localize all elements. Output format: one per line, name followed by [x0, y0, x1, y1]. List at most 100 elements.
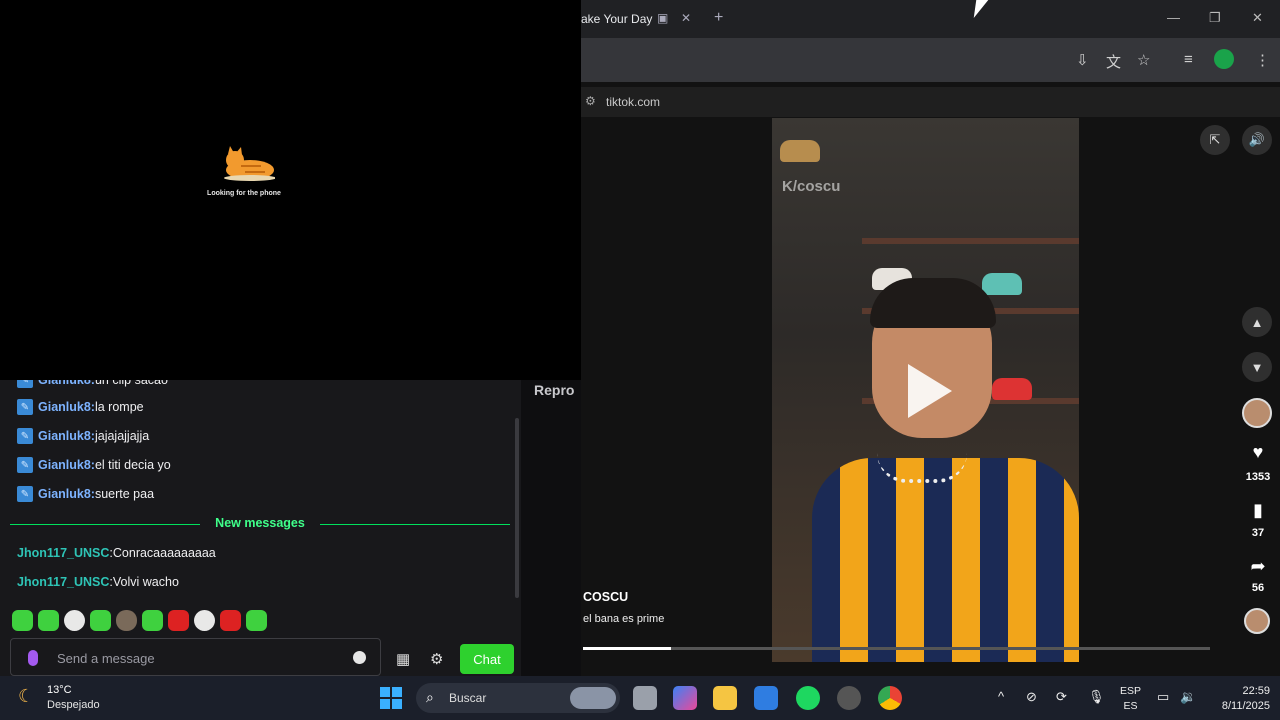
display-icon[interactable]: ▭ [1157, 689, 1169, 705]
shelf [862, 238, 1079, 244]
search-highlight-image [570, 687, 616, 709]
video-progress-bar[interactable] [583, 647, 1210, 650]
chrome-icon[interactable] [878, 686, 902, 710]
emote-icon[interactable] [116, 610, 137, 631]
sync-icon[interactable]: ⟳ [1056, 689, 1067, 705]
chat-text: jajajajjajja [94, 429, 150, 443]
weather-description[interactable]: Despejado [47, 699, 100, 711]
obs-icon[interactable] [837, 686, 861, 710]
emoji-picker-icon[interactable] [353, 651, 366, 664]
emote-icon[interactable] [64, 610, 85, 631]
chat-text: la rompe [94, 400, 144, 414]
picture-in-picture-icon[interactable]: ▣ [657, 11, 668, 25]
store-icon[interactable]: ▦ [396, 650, 410, 668]
chat-message: Jhon117_UNSC: Conracaaaaaaaaa [17, 546, 216, 560]
browser-window: ake Your Day ▣ ✕ + — ❐ ✕ ⇩ 文 ☆ ≡ ⋮ ⚙ tik… [581, 0, 1280, 676]
chat-message-input[interactable] [57, 648, 347, 668]
video-author[interactable]: COSCU [583, 590, 628, 604]
file-explorer-icon[interactable] [713, 686, 737, 710]
language-code: ESP [1120, 685, 1142, 697]
chat-username[interactable]: Gianluk8 [38, 400, 91, 414]
tab-title[interactable]: ake Your Day [581, 12, 652, 26]
emote-icon[interactable] [90, 610, 111, 631]
translate-icon[interactable]: 文 [1106, 51, 1121, 72]
creator-avatar[interactable] [1242, 398, 1272, 428]
system-clock[interactable]: 22:59 8/11/2025 [1206, 684, 1270, 714]
close-tab-icon[interactable]: ✕ [681, 11, 691, 25]
jersey [812, 458, 1079, 662]
bookmark-icon[interactable]: ▮ [1243, 500, 1273, 521]
minimize-icon[interactable]: — [1167, 10, 1180, 25]
windows-start-icon[interactable] [380, 687, 402, 709]
restore-icon[interactable]: ❐ [1209, 10, 1221, 26]
clock-date: 8/11/2025 [1221, 700, 1270, 712]
emote-icon[interactable] [194, 610, 215, 631]
emote-icon[interactable] [220, 610, 241, 631]
person-hair [870, 278, 996, 328]
site-settings-icon[interactable]: ⚙ [585, 94, 596, 108]
bookmark-star-icon[interactable]: ☆ [1137, 51, 1150, 69]
clock-time: 22:59 [1242, 685, 1270, 697]
new-messages-label: New messages [215, 516, 305, 530]
emote-icon[interactable] [168, 610, 189, 631]
profile-avatar[interactable] [1214, 49, 1234, 69]
address-bar[interactable]: ⚙ tiktok.com [581, 87, 1280, 117]
share-icon[interactable]: ➦ [1243, 556, 1273, 577]
chat-message: ✎ Gianluk8: la rompe [17, 397, 144, 417]
browser-toolbar: ⇩ 文 ☆ ≡ ⋮ [581, 38, 1280, 82]
weather-temperature[interactable]: 13°C [47, 684, 72, 696]
chat-username[interactable]: Gianluk8 [38, 487, 91, 501]
chat-scrollbar[interactable] [515, 418, 519, 598]
chat-username[interactable]: Gianluk8 [38, 458, 91, 472]
install-app-icon[interactable]: ⇩ [1076, 51, 1089, 69]
video-player[interactable]: K/coscu [772, 118, 1079, 662]
float-icon[interactable]: ⇱ [1200, 125, 1230, 155]
menu-icon[interactable]: ⋮ [1255, 51, 1270, 69]
chat-message: Jhon117_UNSC: Volvi wacho [17, 575, 179, 589]
moon-weather-icon[interactable]: ☾ [18, 686, 34, 707]
search-placeholder: Buscar [449, 691, 487, 705]
chat-text: Volvi wacho [112, 575, 179, 589]
new-messages-divider[interactable]: New messages [10, 516, 510, 532]
gear-icon[interactable]: ⚙ [430, 650, 443, 668]
volume-icon[interactable]: 🔊 [1242, 125, 1272, 155]
copilot-icon[interactable] [673, 686, 697, 710]
moderator-badge-icon: ✎ [17, 428, 33, 444]
taskbar-search[interactable]: ⌕ Buscar [416, 683, 620, 713]
video-progress-fill [583, 647, 671, 650]
heart-icon[interactable]: ♥ [1243, 442, 1273, 463]
search-icon: ⌕ [426, 689, 434, 705]
previous-video-icon[interactable]: ▲ [1242, 307, 1272, 337]
emote-icon[interactable] [38, 610, 59, 631]
spotify-icon[interactable] [796, 686, 820, 710]
chat-input-box[interactable] [10, 638, 381, 676]
store-app-icon[interactable] [754, 686, 778, 710]
microphone-icon[interactable] [28, 650, 38, 666]
chat-username[interactable]: Gianluk8 [38, 429, 91, 443]
media-control-icon[interactable]: ≡ [1184, 51, 1193, 68]
play-icon[interactable] [908, 364, 952, 418]
next-video-icon[interactable]: ▼ [1242, 352, 1272, 382]
language-indicator[interactable]: ESP ES [1120, 684, 1141, 714]
chat-panel: ✎ Gianluk8: un clip sacao ✎ Gianluk8: la… [0, 372, 521, 676]
moderator-badge-icon: ✎ [17, 486, 33, 502]
emote-icon[interactable] [142, 610, 163, 631]
emote-icon[interactable] [12, 610, 33, 631]
show-hidden-icons-icon[interactable]: ^ [998, 689, 1004, 704]
taskbar: ☾ 13°C Despejado ⌕ Buscar ^ ⊘ ⟳ 🎙 ESP ES… [0, 676, 1280, 720]
close-window-icon[interactable]: ✕ [1252, 10, 1263, 26]
microphone-tray-icon[interactable]: 🎙 [1088, 689, 1105, 705]
chat-username[interactable]: Jhon117_UNSC [17, 575, 109, 589]
chat-send-button[interactable]: Chat [460, 644, 514, 674]
chat-username[interactable]: Jhon117_UNSC [17, 546, 109, 560]
speaker-icon[interactable]: 🔉 [1180, 689, 1196, 705]
music-disc-icon[interactable] [1244, 608, 1270, 634]
sneaker [992, 378, 1032, 400]
save-count: 37 [1251, 527, 1265, 539]
new-tab-icon[interactable]: + [714, 9, 723, 27]
no-network-icon[interactable]: ⊘ [1026, 689, 1037, 705]
url-text[interactable]: tiktok.com [606, 95, 660, 109]
emote-icon[interactable] [246, 610, 267, 631]
mouse-cursor-icon [973, 0, 989, 18]
task-view-icon[interactable] [633, 686, 657, 710]
